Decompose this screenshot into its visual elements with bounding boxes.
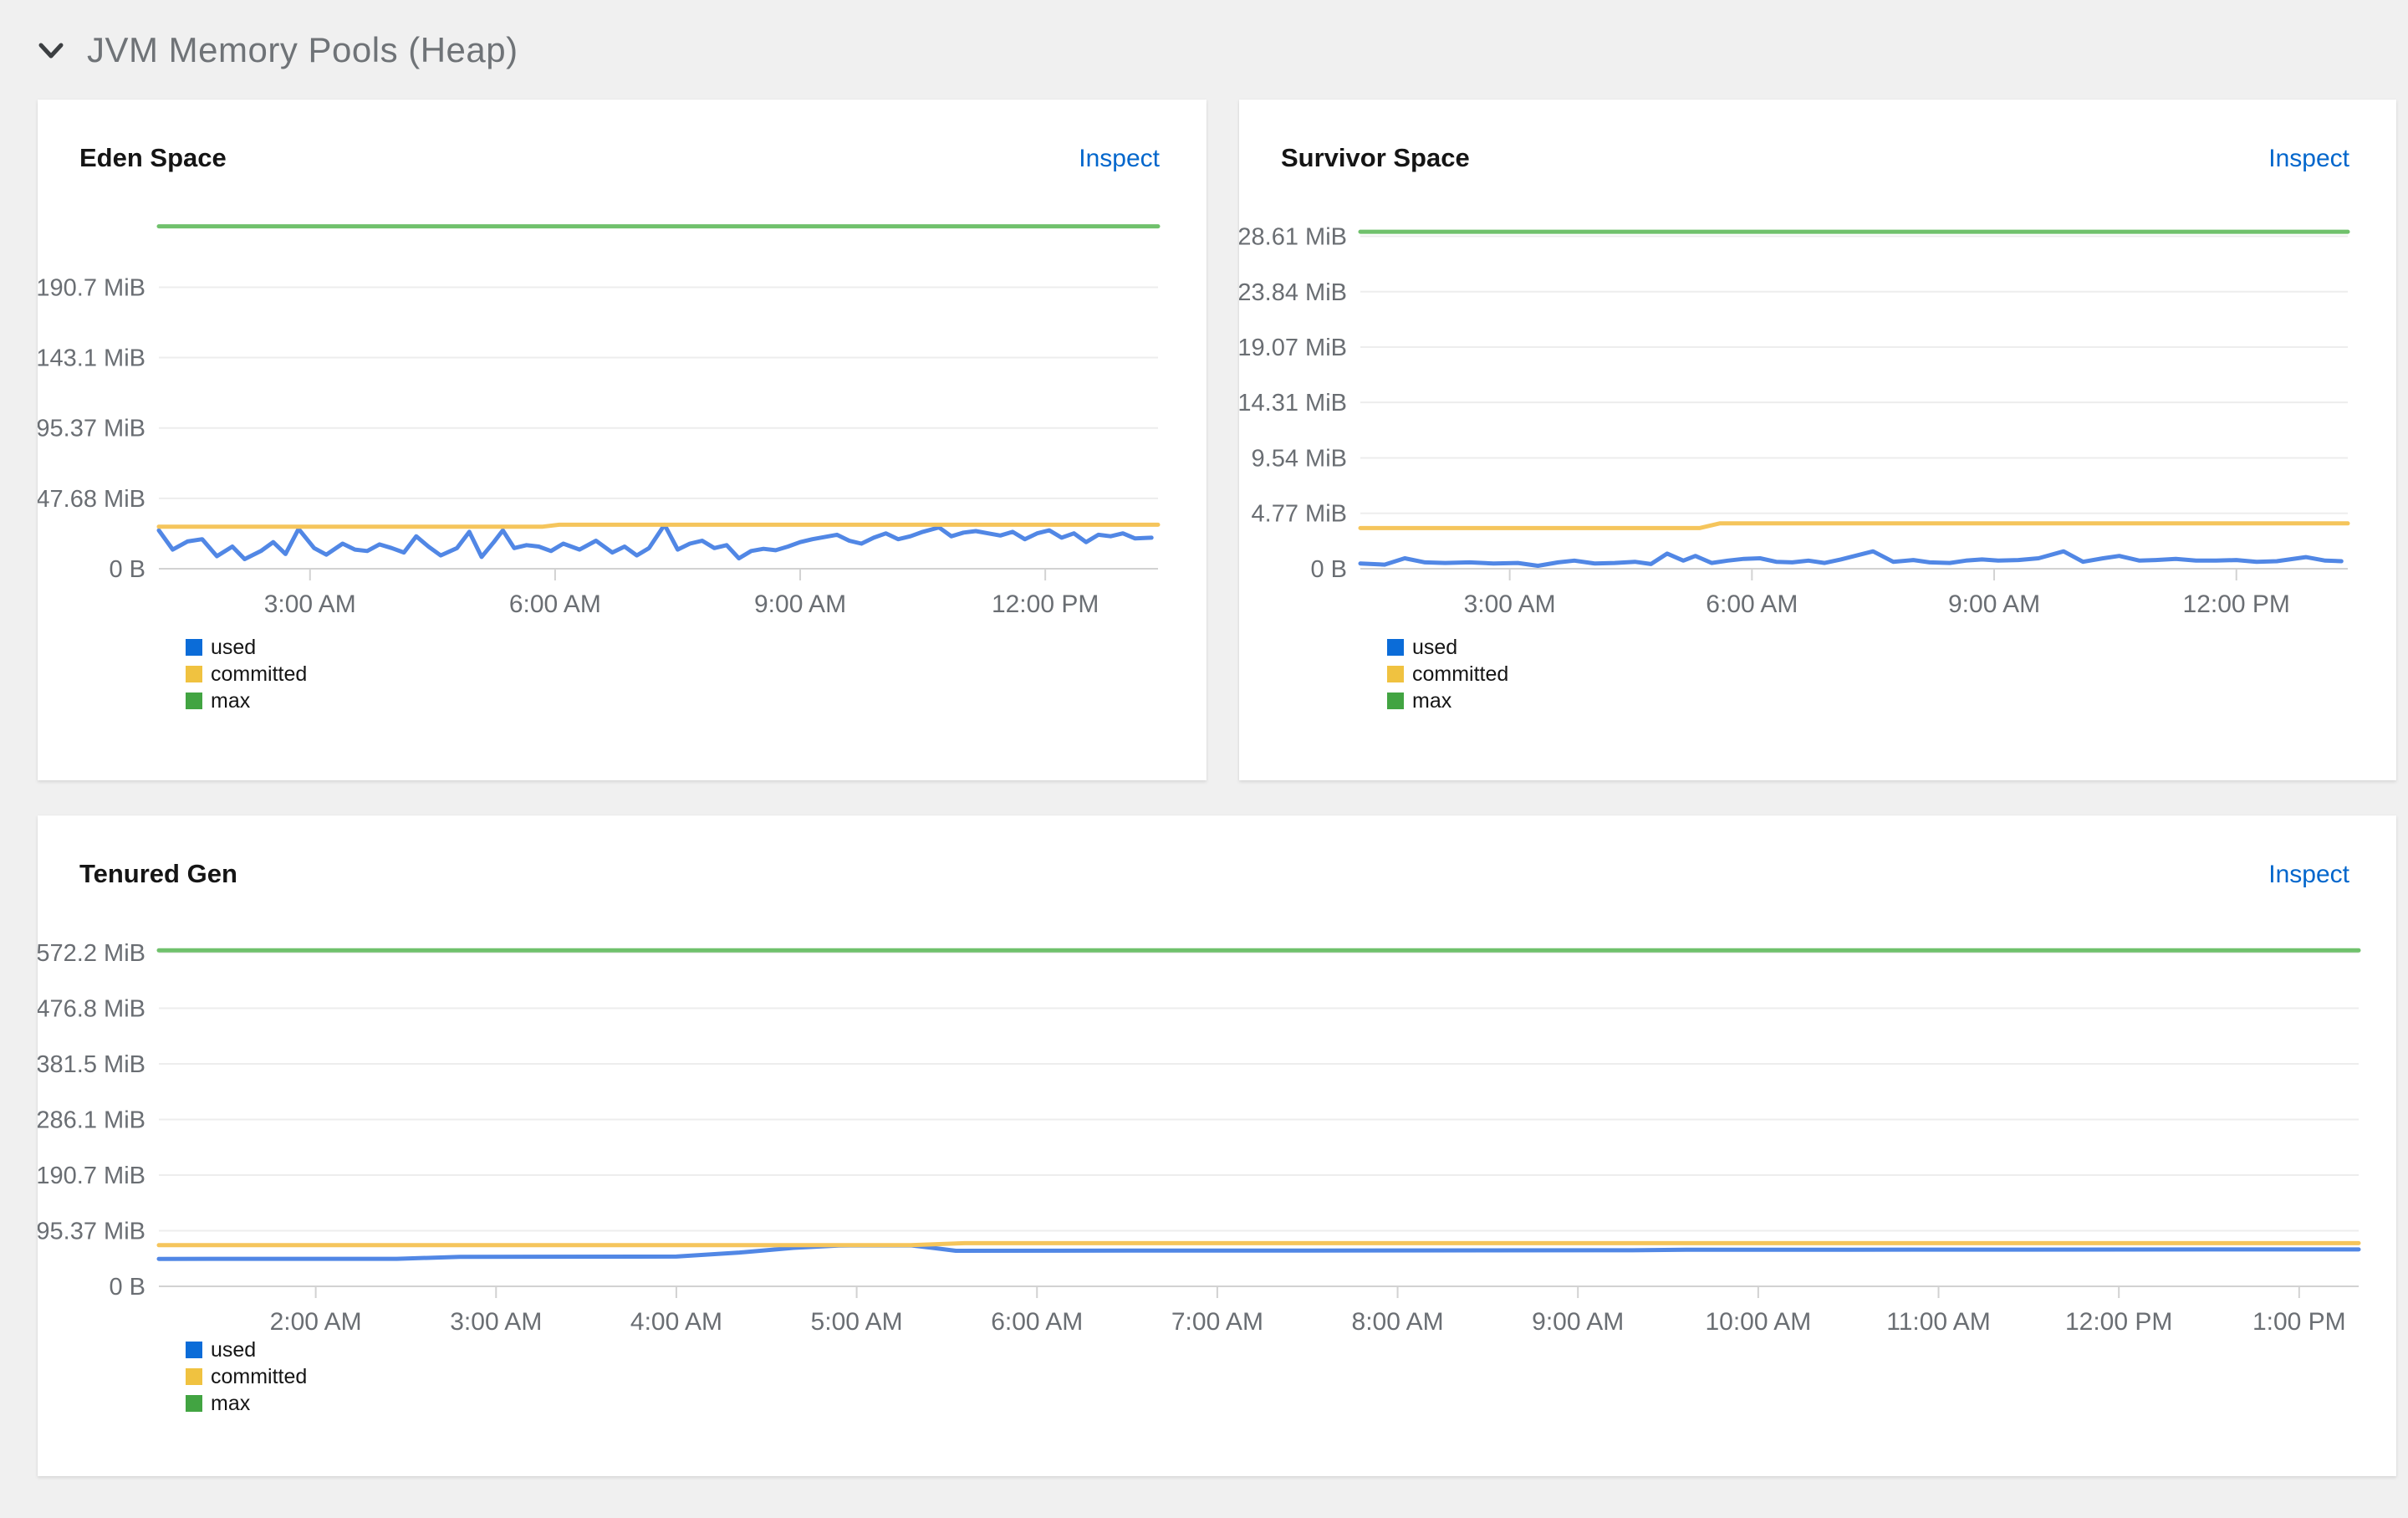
x-tick-label: 9:00 AM (1948, 590, 2040, 618)
legend-item-max: max (186, 689, 307, 713)
x-tick-label: 6:00 AM (991, 1308, 1083, 1336)
y-tick-label: 476.8 MiB (38, 996, 145, 1023)
y-tick-label: 190.7 MiB (38, 1163, 145, 1189)
legend-swatch-used (1387, 639, 1404, 656)
legend-item-used: used (1387, 636, 1508, 659)
y-tick-label: 381.5 MiB (38, 1051, 145, 1078)
collapse-chevron-icon[interactable] (37, 38, 65, 63)
y-tick-label: 95.37 MiB (38, 416, 145, 442)
legend-swatch-committed (186, 1368, 202, 1385)
series-used (1358, 549, 2344, 568)
gridlines (1360, 235, 2348, 570)
x-tick-label: 2:00 AM (270, 1308, 362, 1336)
x-tick-label: 8:00 AM (1352, 1308, 1444, 1336)
y-tick-label: 28.61 MiB (1239, 223, 1347, 250)
y-tick-label: 0 B (109, 556, 145, 583)
y-tick-label: 0 B (109, 1274, 145, 1301)
survivor-chart-legend: used committed max (1387, 636, 1509, 718)
x-tick-label: 12:00 PM (2065, 1308, 2172, 1336)
legend-swatch-max (186, 693, 202, 709)
x-tick-label: 12:00 PM (992, 590, 1099, 618)
x-tick-label: 3:00 AM (450, 1308, 542, 1336)
x-tick-label: 9:00 AM (1532, 1308, 1624, 1336)
x-axis: 3:00 AM 6:00 AM 9:00 AM 12:00 PM (1464, 569, 2290, 618)
legend-item-committed: committed (1387, 662, 1509, 686)
legend-label-max: max (1412, 689, 1452, 713)
legend-label-used: used (211, 636, 257, 659)
legend-swatch-max (186, 1395, 202, 1412)
tenured-gen-chart[interactable]: 2:00 AM 3:00 AM 4:00 AM 5:00 AM 6:00 AM 7:00 … (38, 815, 2396, 1476)
panel-eden-space: Eden Space Inspect 3:00 AM 6:00 AM 9:00 AM… (38, 100, 1207, 780)
x-tick-label: 12:00 PM (2183, 590, 2290, 618)
x-tick-label: 10:00 AM (1705, 1308, 1811, 1336)
x-tick-label: 5:00 AM (811, 1308, 903, 1336)
tenured-chart-legend: used committed max (186, 1338, 308, 1421)
x-tick-label: 6:00 AM (509, 590, 601, 618)
legend-item-used: used (186, 636, 307, 659)
series-committed (1358, 521, 2350, 530)
legend-item-committed: committed (186, 662, 308, 686)
x-tick-label: 7:00 AM (1171, 1308, 1263, 1336)
eden-chart-legend: used committed max (186, 636, 308, 718)
panel-survivor-space: Survivor Space Inspect 3:00 AM 6:00 AM 9:0… (1239, 100, 2396, 780)
y-tick-label: 572.2 MiB (38, 940, 145, 967)
x-axis: 3:00 AM 6:00 AM 9:00 AM 12:00 PM (264, 569, 1099, 618)
x-tick-label: 3:00 AM (1464, 590, 1556, 618)
y-axis-labels: 0 B 95.37 MiB 190.7 MiB 286.1 MiB 381.5 MiB 4… (38, 940, 145, 1301)
y-tick-label: 23.84 MiB (1239, 279, 1347, 306)
y-tick-label: 286.1 MiB (38, 1107, 145, 1133)
series-committed (156, 522, 1161, 529)
y-tick-label: 0 B (1310, 556, 1347, 583)
legend-swatch-used (186, 1342, 202, 1358)
y-tick-label: 47.68 MiB (38, 486, 145, 513)
y-axis-labels: 0 B 47.68 MiB 95.37 MiB 143.1 MiB 190.7 MiB (38, 275, 145, 583)
legend-swatch-committed (186, 666, 202, 682)
x-tick-label: 6:00 AM (1706, 590, 1798, 618)
legend-item-used: used (186, 1338, 307, 1362)
y-tick-label: 9.54 MiB (1252, 445, 1347, 472)
legend-swatch-max (1387, 693, 1404, 709)
series-used (156, 522, 1154, 561)
y-tick-label: 4.77 MiB (1252, 501, 1347, 528)
panel-tenured-gen: Tenured Gen Inspect 2:00 AM 3:00 AM 4:00 A… (38, 815, 2396, 1476)
y-tick-label: 14.31 MiB (1239, 390, 1347, 417)
series-used (156, 1243, 2361, 1261)
legend-label-committed: committed (211, 662, 308, 686)
legend-label-used: used (1412, 636, 1458, 659)
legend-item-committed: committed (186, 1365, 308, 1388)
section-title: JVM Memory Pools (Heap) (87, 30, 518, 69)
y-tick-label: 95.37 MiB (38, 1218, 145, 1245)
section-header-jvm-memory-pools: JVM Memory Pools (Heap) (37, 30, 518, 70)
gridlines (159, 951, 2359, 1287)
x-tick-label: 4:00 AM (630, 1308, 722, 1336)
x-axis: 2:00 AM 3:00 AM 4:00 AM 5:00 AM 6:00 AM 7:00 … (270, 1286, 2346, 1336)
y-tick-label: 19.07 MiB (1239, 335, 1347, 361)
legend-label-max: max (211, 689, 251, 713)
legend-item-max: max (186, 1392, 307, 1415)
x-tick-label: 1:00 PM (2252, 1308, 2346, 1336)
x-tick-label: 9:00 AM (754, 590, 846, 618)
legend-label-max: max (211, 1392, 251, 1415)
series-committed (156, 1240, 2361, 1248)
legend-swatch-committed (1387, 666, 1404, 682)
legend-label-committed: committed (211, 1365, 308, 1388)
legend-label-used: used (211, 1338, 257, 1362)
legend-label-committed: committed (1412, 662, 1509, 686)
x-tick-label: 3:00 AM (264, 590, 356, 618)
legend-swatch-used (186, 639, 202, 656)
y-tick-label: 190.7 MiB (38, 275, 145, 302)
legend-item-max: max (1387, 689, 1508, 713)
y-axis-labels: 0 B 4.77 MiB 9.54 MiB 14.31 MiB 19.07 MiB 23.… (1239, 223, 1347, 583)
y-tick-label: 143.1 MiB (38, 345, 145, 372)
x-tick-label: 11:00 AM (1886, 1308, 1991, 1336)
